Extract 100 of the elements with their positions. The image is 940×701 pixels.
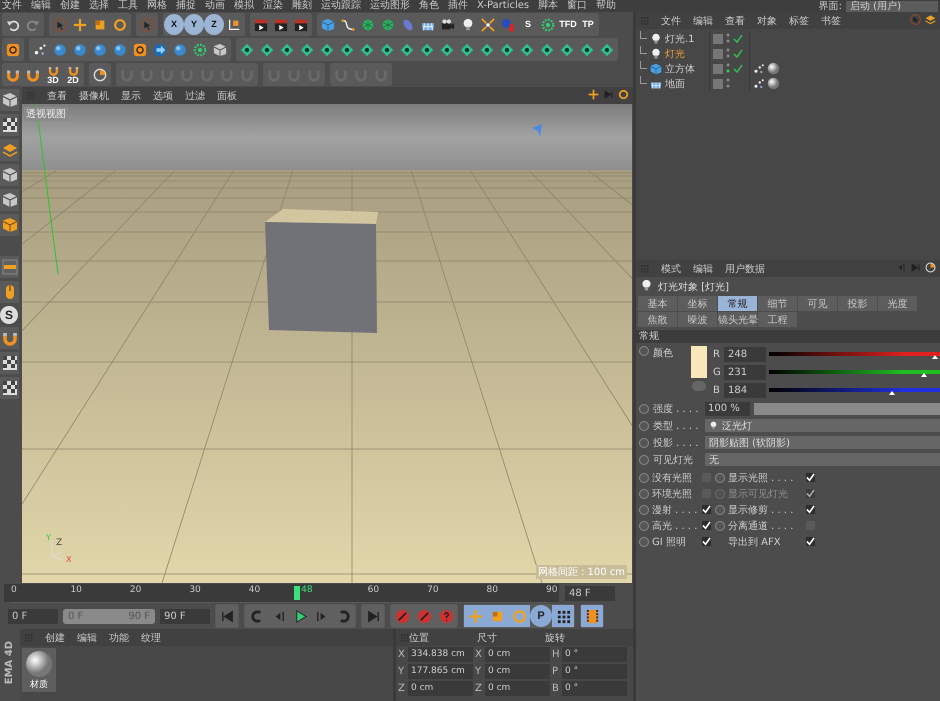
layout-dropdown[interactable]: 启动 (用户): [846, 0, 938, 12]
coordinate-field[interactable]: 0 cm: [408, 681, 473, 696]
frame-field[interactable]: 48 F: [565, 586, 615, 600]
coordinate-field[interactable]: 334.838 cm: [408, 647, 473, 662]
menu-item[interactable]: 对象: [757, 14, 777, 28]
tool-button[interactable]: [0, 377, 19, 399]
tab[interactable]: 工程: [758, 312, 797, 327]
channel-field[interactable]: 184: [724, 382, 766, 398]
menu-item[interactable]: X-Particles: [477, 0, 530, 12]
menu-item[interactable]: 编辑: [77, 630, 97, 644]
coordinate-field[interactable]: 0 °: [562, 681, 627, 696]
toolbar-button[interactable]: 2D: [63, 64, 83, 85]
playhead[interactable]: [294, 586, 300, 600]
slider-thumb[interactable]: [889, 391, 896, 395]
menu-item[interactable]: 角色: [419, 0, 439, 12]
toolbar-button[interactable]: Y: [184, 14, 204, 35]
menu-item[interactable]: 编辑: [693, 262, 713, 276]
keyframe-button[interactable]: [639, 488, 649, 498]
tool-button[interactable]: [0, 214, 19, 236]
menu-item[interactable]: 过滤: [185, 88, 205, 102]
tab[interactable]: 光度: [878, 296, 917, 311]
menu-item[interactable]: 动画: [205, 0, 225, 12]
toolbar-button[interactable]: TFD: [558, 14, 578, 35]
coordinate-field[interactable]: 177.865 cm: [408, 664, 473, 679]
material-tag-icon[interactable]: [767, 77, 780, 90]
tool-button[interactable]: S: [0, 306, 18, 324]
checkbox[interactable]: [806, 537, 815, 546]
menu-item[interactable]: 模式: [661, 262, 681, 276]
material-swatch[interactable]: 材质: [22, 648, 56, 692]
toolbar-button[interactable]: TP: [578, 14, 598, 35]
menu-item[interactable]: 创建: [45, 630, 65, 644]
visibility-dots-icon[interactable]: [726, 48, 730, 59]
keyframe-button[interactable]: [639, 504, 649, 514]
start-frame-field[interactable]: 0 F: [8, 608, 58, 624]
tab[interactable]: 常规: [718, 296, 757, 311]
channel-field[interactable]: 231: [724, 364, 766, 380]
playback-button[interactable]: [552, 605, 574, 627]
checkbox[interactable]: [806, 505, 815, 514]
channel-slider[interactable]: [769, 352, 940, 356]
tool-button[interactable]: [0, 189, 19, 211]
menu-item[interactable]: 帮助: [596, 0, 616, 12]
menu-item[interactable]: 运动图形: [370, 0, 410, 12]
menu-item[interactable]: 书签: [821, 14, 841, 28]
dropdown[interactable]: 泛光灯: [705, 419, 940, 432]
color-swatch[interactable]: [691, 346, 707, 378]
tab[interactable]: 坐标: [678, 296, 717, 311]
tool-button[interactable]: [0, 164, 19, 186]
slider-thumb[interactable]: [920, 373, 927, 377]
channel-field[interactable]: 248: [724, 346, 766, 362]
menu-item[interactable]: 选项: [153, 88, 173, 102]
tool-button[interactable]: [0, 139, 19, 161]
timeline-ruler[interactable]: 0 10 20 30 40 48 60 70 80 90: [4, 584, 559, 602]
menu-item[interactable]: 运动跟踪: [321, 0, 361, 12]
intensity-slider[interactable]: [754, 402, 940, 414]
menu-item[interactable]: 纹理: [141, 630, 161, 644]
dropdown[interactable]: 阴影贴图 (软阴影): [705, 436, 940, 449]
dropdown[interactable]: 无: [705, 453, 940, 466]
menu-item[interactable]: 文件: [661, 14, 681, 28]
keyframe-button[interactable]: [715, 520, 725, 530]
menu-item[interactable]: 查看: [47, 88, 67, 102]
toolbar-button[interactable]: 3D: [43, 64, 63, 85]
menu-item[interactable]: 编辑: [693, 14, 713, 28]
keyframe-button[interactable]: [715, 472, 725, 482]
toolbar-button[interactable]: X: [164, 14, 184, 35]
tab[interactable]: 镜头光晕: [718, 312, 757, 327]
tool-button[interactable]: [0, 89, 19, 111]
menu-item[interactable]: 标签: [789, 14, 809, 28]
channel-slider[interactable]: [769, 370, 940, 374]
keyframe-button[interactable]: [639, 520, 649, 530]
menu-item[interactable]: 插件: [448, 0, 468, 12]
tool-button[interactable]: [0, 114, 19, 136]
tool-button[interactable]: [0, 327, 19, 349]
toolbar-button[interactable]: Z: [204, 14, 224, 35]
checkbox[interactable]: [702, 521, 711, 530]
menu-item[interactable]: 创建: [60, 0, 80, 12]
tool-button[interactable]: [0, 256, 19, 278]
slider-thumb[interactable]: [932, 355, 938, 359]
tab[interactable]: 噪波: [678, 312, 717, 327]
keyframe-button[interactable]: [639, 472, 649, 482]
object-item[interactable]: 灯光: [636, 46, 710, 61]
tab[interactable]: 细节: [758, 296, 797, 311]
keyframe-button[interactable]: [639, 536, 649, 546]
tool-button[interactable]: [0, 281, 19, 303]
menu-item[interactable]: 显示: [121, 88, 141, 102]
end-frame-field[interactable]: 90 F: [160, 608, 210, 624]
coordinate-field[interactable]: 0 °: [562, 664, 627, 679]
channel-slider[interactable]: [769, 388, 940, 392]
tool-button[interactable]: [0, 352, 19, 374]
point-mode-button[interactable]: P: [530, 605, 552, 627]
coordinate-field[interactable]: 0 cm: [485, 681, 550, 696]
playback-button[interactable]: [581, 605, 603, 627]
object-item[interactable]: 地面: [636, 76, 710, 91]
object-item[interactable]: 立方体: [636, 61, 710, 76]
tab[interactable]: 可见: [798, 296, 837, 311]
keyframe-button[interactable]: [639, 346, 649, 356]
menu-item[interactable]: 用户数据: [725, 262, 765, 276]
menu-item[interactable]: 脚本: [538, 0, 558, 12]
menu-item[interactable]: 工具: [118, 0, 138, 12]
menu-item[interactable]: 功能: [109, 630, 129, 644]
coordinate-field[interactable]: 0 cm: [485, 664, 550, 679]
